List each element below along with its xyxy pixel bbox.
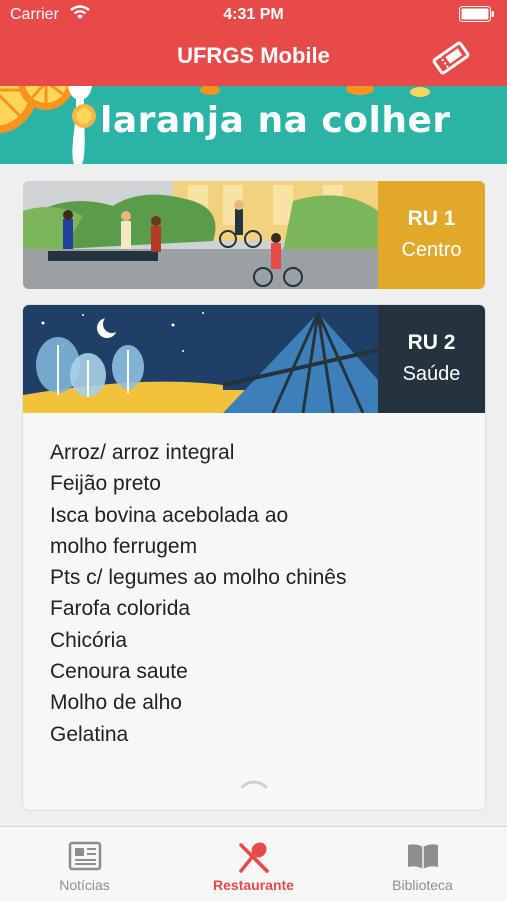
status-bar: Carrier 4:31 PM xyxy=(0,0,507,30)
battery-icon xyxy=(459,6,494,22)
restaurant-name: RU 1 xyxy=(407,207,456,230)
chevron-up-icon[interactable] xyxy=(241,777,267,789)
promo-banner[interactable]: laranja na colher xyxy=(0,86,507,164)
menu-item: Pts c/ legumes ao molho chinês xyxy=(50,566,347,590)
menu-item: Cenoura saute xyxy=(50,660,188,684)
restaurant-label-ru1: RU 1 Centro xyxy=(378,181,485,289)
menu-item: molho ferrugem xyxy=(50,534,198,558)
banner-text: laranja na colher xyxy=(100,100,451,141)
ticket-icon[interactable] xyxy=(431,40,471,76)
menu-item: Isca bovina acebolada ao xyxy=(50,503,289,527)
restaurant-label-ru2: RU 2 Saúde xyxy=(378,305,485,413)
tab-restaurante[interactable]: Restaurante xyxy=(169,827,338,901)
campus-centro-illustration xyxy=(23,181,378,289)
restaurant-card-ru1[interactable]: RU 1 Centro xyxy=(23,181,485,289)
menu-item: Arroz/ arroz integral xyxy=(50,441,235,464)
tab-biblioteca[interactable]: Biblioteca xyxy=(338,827,507,901)
app-header: Carrier 4:31 PM UFRGS Mobile xyxy=(0,0,507,86)
campus-saude-illustration xyxy=(23,305,378,413)
book-icon xyxy=(408,844,438,869)
menu-item: Chicória xyxy=(50,628,128,652)
menu-item: Farofa colorida xyxy=(50,597,191,621)
restaurant-location: Saúde xyxy=(402,363,461,385)
restaurant-card-ru2[interactable]: RU 2 Saúde Arroz/ arroz integral Feijão … xyxy=(23,305,485,810)
menu-item: Feijão preto xyxy=(50,472,161,496)
menu-list: Arroz/ arroz integral Feijão preto Isca … xyxy=(50,437,346,750)
tab-label: Notícias xyxy=(59,877,110,893)
tab-bar: Notícias Restaurante Biblioteca xyxy=(0,826,507,901)
restaurant-location: Centro xyxy=(401,239,462,261)
newspaper-icon xyxy=(68,841,102,871)
menu-item: Molho de alho xyxy=(50,691,182,715)
tab-label: Restaurante xyxy=(213,877,294,893)
tab-label: Biblioteca xyxy=(392,877,453,893)
status-time: 4:31 PM xyxy=(223,6,284,23)
restaurant-name: RU 2 xyxy=(407,331,456,354)
tab-noticias[interactable]: Notícias xyxy=(0,827,169,901)
menu-item: Gelatina xyxy=(50,722,129,746)
fork-spoon-icon xyxy=(239,842,269,873)
